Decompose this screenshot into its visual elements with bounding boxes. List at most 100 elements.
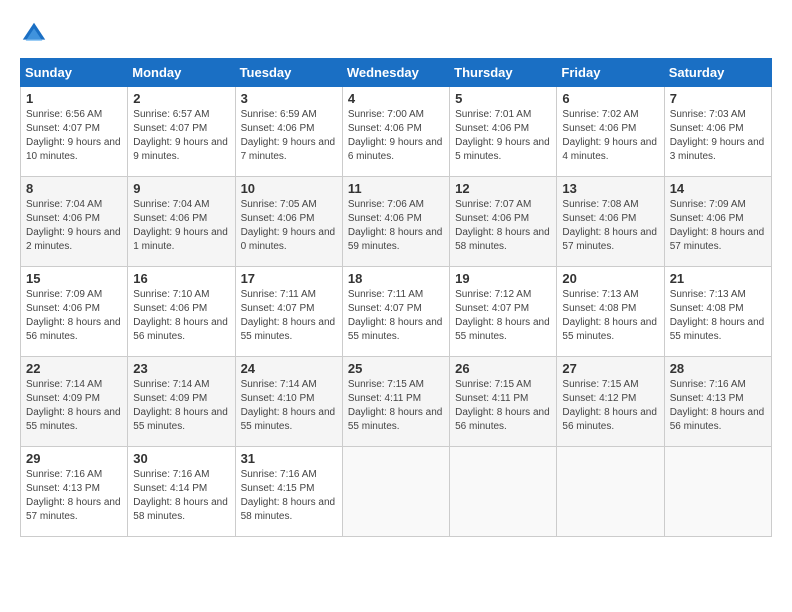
calendar-cell: 16Sunrise: 7:10 AMSunset: 4:06 PMDayligh… [128,267,235,357]
weekday-header-thursday: Thursday [450,59,557,87]
calendar-cell: 11Sunrise: 7:06 AMSunset: 4:06 PMDayligh… [342,177,449,267]
calendar-cell: 23 Sunrise: 7:14 AMSunset: 4:09 PMDayligh… [128,357,235,447]
day-info: Sunrise: 7:03 AMSunset: 4:06 PMDaylight:… [670,108,766,164]
day-info: Sunrise: 7:15 AMSunset: 4:11 PMDaylight:… [455,378,551,434]
day-number: 8 [26,181,122,196]
day-info: Sunrise: 7:16 AMSunset: 4:13 PMDaylight:… [670,378,766,434]
day-info: Sunrise: 7:05 AMSunset: 4:06 PMDaylight:… [241,198,337,254]
day-number: 19 [455,271,551,286]
calendar-cell [664,447,771,537]
day-info: Sunrise: 7:16 AMSunset: 4:13 PMDaylight:… [26,468,122,524]
day-number: 30 [133,451,229,466]
day-info: Sunrise: 6:59 AMSunset: 4:06 PMDaylight:… [241,108,337,164]
day-number: 12 [455,181,551,196]
day-number: 31 [241,451,337,466]
day-info: Sunrise: 7:02 AMSunset: 4:06 PMDaylight:… [562,108,658,164]
calendar-cell: 5 Sunrise: 7:01 AMSunset: 4:06 PMDaylight… [450,87,557,177]
day-number: 2 [133,91,229,106]
calendar-week-row: 22 Sunrise: 7:14 AMSunset: 4:09 PMDayligh… [21,357,772,447]
day-info: Sunrise: 7:11 AMSunset: 4:07 PMDaylight:… [241,288,337,344]
calendar-week-row: 8 Sunrise: 7:04 AMSunset: 4:06 PMDaylight… [21,177,772,267]
weekday-header-sunday: Sunday [21,59,128,87]
logo [20,20,52,48]
day-number: 29 [26,451,122,466]
day-number: 5 [455,91,551,106]
calendar-cell: 10 Sunrise: 7:05 AMSunset: 4:06 PMDayligh… [235,177,342,267]
day-number: 22 [26,361,122,376]
calendar-cell: 25 Sunrise: 7:15 AMSunset: 4:11 PMDayligh… [342,357,449,447]
day-number: 10 [241,181,337,196]
day-info: Sunrise: 7:00 AMSunset: 4:06 PMDaylight:… [348,108,444,164]
calendar-cell: 1Sunrise: 6:56 AMSunset: 4:07 PMDaylight… [21,87,128,177]
calendar-cell: 28 Sunrise: 7:16 AMSunset: 4:13 PMDayligh… [664,357,771,447]
calendar-week-row: 1Sunrise: 6:56 AMSunset: 4:07 PMDaylight… [21,87,772,177]
calendar-cell: 19 Sunrise: 7:12 AMSunset: 4:07 PMDayligh… [450,267,557,357]
day-number: 24 [241,361,337,376]
weekday-header-monday: Monday [128,59,235,87]
calendar-cell: 4 Sunrise: 7:00 AMSunset: 4:06 PMDaylight… [342,87,449,177]
calendar-table: SundayMondayTuesdayWednesdayThursdayFrid… [20,58,772,537]
calendar-cell: 26 Sunrise: 7:15 AMSunset: 4:11 PMDayligh… [450,357,557,447]
day-info: Sunrise: 7:12 AMSunset: 4:07 PMDaylight:… [455,288,551,344]
day-info: Sunrise: 7:16 AMSunset: 4:14 PMDaylight:… [133,468,229,524]
calendar-cell: 3Sunrise: 6:59 AMSunset: 4:06 PMDaylight… [235,87,342,177]
calendar-week-row: 29 Sunrise: 7:16 AMSunset: 4:13 PMDayligh… [21,447,772,537]
day-number: 17 [241,271,337,286]
day-number: 7 [670,91,766,106]
day-number: 18 [348,271,444,286]
day-number: 11 [348,181,444,196]
day-number: 20 [562,271,658,286]
day-info: Sunrise: 7:15 AMSunset: 4:11 PMDaylight:… [348,378,444,434]
day-number: 15 [26,271,122,286]
day-number: 21 [670,271,766,286]
day-number: 4 [348,91,444,106]
day-info: Sunrise: 7:16 AMSunset: 4:15 PMDaylight:… [241,468,337,524]
calendar-cell: 2 Sunrise: 6:57 AMSunset: 4:07 PMDaylight… [128,87,235,177]
calendar-cell: 31 Sunrise: 7:16 AMSunset: 4:15 PMDayligh… [235,447,342,537]
day-info: Sunrise: 7:04 AMSunset: 4:06 PMDaylight:… [133,198,229,254]
day-info: Sunrise: 7:13 AMSunset: 4:08 PMDaylight:… [562,288,658,344]
day-info: Sunrise: 6:57 AMSunset: 4:07 PMDaylight:… [133,108,229,164]
day-number: 28 [670,361,766,376]
calendar-cell: 12Sunrise: 7:07 AMSunset: 4:06 PMDayligh… [450,177,557,267]
weekday-header-row: SundayMondayTuesdayWednesdayThursdayFrid… [21,59,772,87]
day-info: Sunrise: 7:14 AMSunset: 4:09 PMDaylight:… [26,378,122,434]
calendar-cell: 14 Sunrise: 7:09 AMSunset: 4:06 PMDayligh… [664,177,771,267]
logo-icon [20,20,48,48]
day-number: 14 [670,181,766,196]
weekday-header-friday: Friday [557,59,664,87]
calendar-cell: 22 Sunrise: 7:14 AMSunset: 4:09 PMDayligh… [21,357,128,447]
calendar-cell [450,447,557,537]
calendar-cell [557,447,664,537]
calendar-week-row: 15 Sunrise: 7:09 AMSunset: 4:06 PMDayligh… [21,267,772,357]
weekday-header-wednesday: Wednesday [342,59,449,87]
day-info: Sunrise: 7:09 AMSunset: 4:06 PMDaylight:… [26,288,122,344]
calendar-cell: 9 Sunrise: 7:04 AMSunset: 4:06 PMDaylight… [128,177,235,267]
calendar-cell: 17 Sunrise: 7:11 AMSunset: 4:07 PMDayligh… [235,267,342,357]
calendar-cell: 7 Sunrise: 7:03 AMSunset: 4:06 PMDaylight… [664,87,771,177]
day-number: 6 [562,91,658,106]
day-info: Sunrise: 7:10 AMSunset: 4:06 PMDaylight:… [133,288,229,344]
calendar-cell: 20 Sunrise: 7:13 AMSunset: 4:08 PMDayligh… [557,267,664,357]
day-info: Sunrise: 6:56 AMSunset: 4:07 PMDaylight:… [26,108,122,164]
day-number: 26 [455,361,551,376]
day-info: Sunrise: 7:11 AMSunset: 4:07 PMDaylight:… [348,288,444,344]
day-number: 23 [133,361,229,376]
day-info: Sunrise: 7:04 AMSunset: 4:06 PMDaylight:… [26,198,122,254]
calendar-cell: 18 Sunrise: 7:11 AMSunset: 4:07 PMDayligh… [342,267,449,357]
calendar-cell: 13Sunrise: 7:08 AMSunset: 4:06 PMDayligh… [557,177,664,267]
calendar-cell: 21 Sunrise: 7:13 AMSunset: 4:08 PMDayligh… [664,267,771,357]
weekday-header-saturday: Saturday [664,59,771,87]
day-number: 27 [562,361,658,376]
calendar-cell: 30 Sunrise: 7:16 AMSunset: 4:14 PMDayligh… [128,447,235,537]
day-info: Sunrise: 7:14 AMSunset: 4:10 PMDaylight:… [241,378,337,434]
day-info: Sunrise: 7:13 AMSunset: 4:08 PMDaylight:… [670,288,766,344]
day-info: Sunrise: 7:09 AMSunset: 4:06 PMDaylight:… [670,198,766,254]
day-number: 13 [562,181,658,196]
day-number: 9 [133,181,229,196]
day-info: Sunrise: 7:01 AMSunset: 4:06 PMDaylight:… [455,108,551,164]
calendar-cell: 8 Sunrise: 7:04 AMSunset: 4:06 PMDaylight… [21,177,128,267]
day-number: 25 [348,361,444,376]
day-info: Sunrise: 7:14 AMSunset: 4:09 PMDaylight:… [133,378,229,434]
calendar-cell: 15 Sunrise: 7:09 AMSunset: 4:06 PMDayligh… [21,267,128,357]
